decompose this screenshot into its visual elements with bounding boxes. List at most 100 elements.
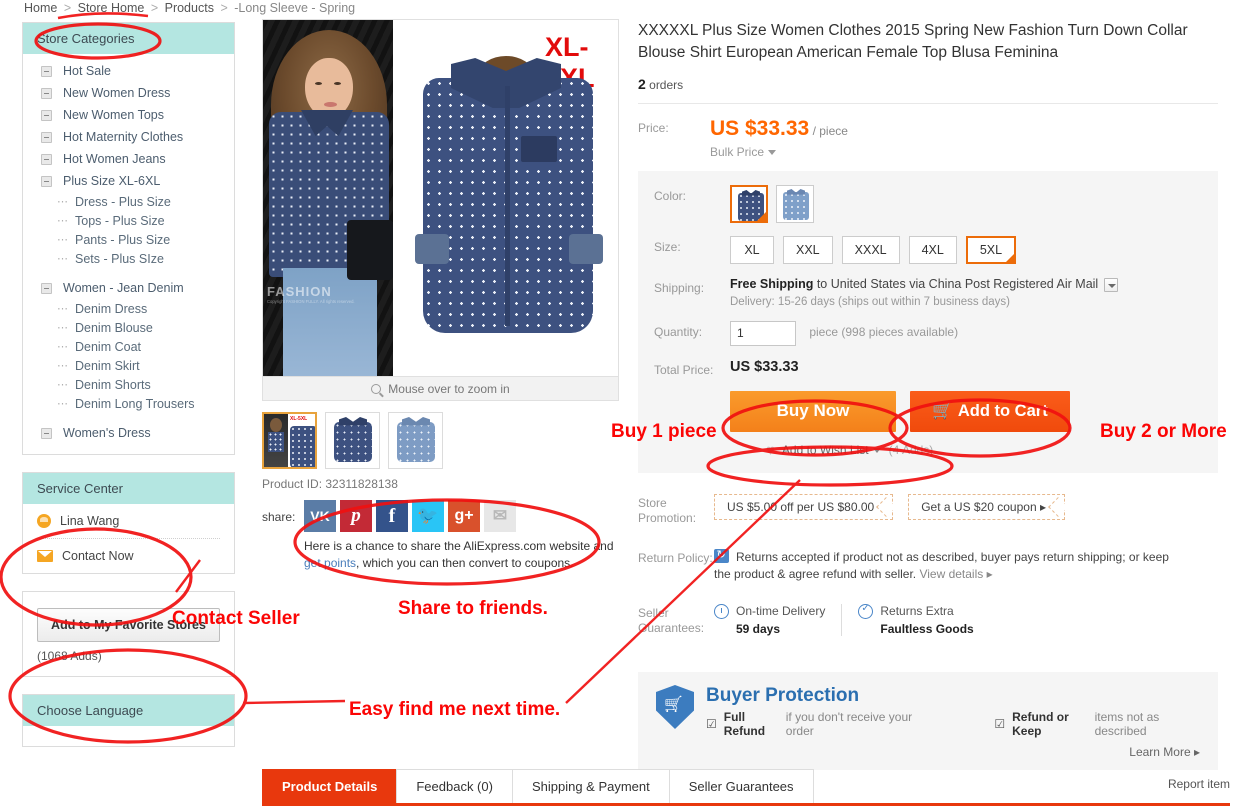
breadcrumb-item-store-home[interactable]: Store Home [78, 1, 145, 15]
color-swatch-light-blue[interactable] [776, 185, 814, 223]
sidebar-item-plus-size[interactable]: Plus Size XL-6XL [23, 170, 234, 192]
sidebar-item-hot-sale[interactable]: Hot Sale [23, 60, 234, 82]
thumbnail-1[interactable]: XL-5XL [262, 412, 317, 469]
vk-icon[interactable]: VK [304, 500, 336, 532]
chevron-down-icon[interactable] [872, 447, 881, 453]
thumb-model-half [264, 414, 288, 467]
buyer-protection-item-refund-or-keep: ☑ Refund or Keep items not as described [994, 710, 1200, 738]
sidebar-item-new-women-dress[interactable]: New Women Dress [23, 82, 234, 104]
color-swatch-dark-blue[interactable] [730, 185, 768, 223]
buyer-protection-body: Buyer Protection ☑ Full Refund if you do… [706, 685, 1200, 738]
add-to-favorite-stores-button[interactable]: Add to My Favorite Stores [37, 608, 220, 642]
buyer-protection-item-full-refund: ☑ Full Refund if you don't receive your … [706, 710, 924, 738]
bulk-price-toggle[interactable]: Bulk Price [710, 145, 848, 159]
price-unit: / piece [812, 124, 848, 138]
product-id-label: Product ID: [262, 477, 323, 491]
sidebar-subitem-tops-plus-size[interactable]: ⋯ Tops - Plus Size [23, 211, 234, 230]
sidebar-subitem-denim-dress[interactable]: ⋯ Denim Dress [23, 299, 234, 318]
collapse-toggle-icon[interactable] [41, 109, 52, 121]
size-button-xxxl[interactable]: XXXL [841, 236, 900, 264]
item-bold: Refund or Keep [1012, 710, 1069, 738]
share-text-after: , which you can then convert to coupons. [356, 556, 574, 570]
sidebar-subitem-denim-blouse[interactable]: ⋯ Denim Blouse [23, 318, 234, 337]
collapse-toggle-icon[interactable] [41, 65, 52, 77]
sidebar-subitem-dress-plus-size[interactable]: ⋯ Dress - Plus Size [23, 192, 234, 211]
service-center-panel: Service Center Lina Wang Contact Now [22, 472, 235, 574]
collapse-toggle-icon[interactable] [41, 175, 52, 187]
thumbnail-2[interactable] [325, 412, 380, 469]
pinterest-icon[interactable]: р [340, 500, 372, 532]
sidebar-subitem-denim-coat[interactable]: ⋯ Denim Coat [23, 337, 234, 356]
collapse-toggle-icon[interactable] [41, 427, 52, 439]
view-details-link[interactable]: View details ▸ [919, 567, 992, 581]
bullet-icon: ⋯ [57, 196, 68, 208]
cart-icon: 🛒 [932, 401, 953, 420]
seller-name-row[interactable]: Lina Wang [23, 504, 234, 538]
tab-shipping-payment[interactable]: Shipping & Payment [511, 769, 670, 803]
email-icon[interactable]: ✉ [484, 500, 516, 532]
guarantee-title: On-time Delivery [736, 604, 826, 619]
price-label: Price: [638, 121, 669, 135]
twitter-icon[interactable]: 🐦 [412, 500, 444, 532]
collapse-toggle-icon[interactable] [41, 153, 52, 165]
guarantee-list: On-time Delivery 59 days Returns Extra F… [714, 603, 990, 636]
tab-product-details[interactable]: Product Details [262, 769, 398, 803]
collapse-toggle-icon[interactable] [41, 87, 52, 99]
get-points-link[interactable]: get points [304, 556, 356, 570]
tab-seller-guarantees[interactable]: Seller Guarantees [668, 769, 814, 803]
sidebar-item-womens-dress[interactable]: Women's Dress [23, 422, 234, 444]
sidebar-item-hot-women-jeans[interactable]: Hot Women Jeans [23, 148, 234, 170]
sidebar-item-women-jean-denim[interactable]: Women - Jean Denim [23, 277, 234, 299]
coupon-get-20[interactable]: Get a US $20 coupon ▸ [908, 493, 1065, 520]
mail-icon [37, 550, 53, 562]
tab-feedback[interactable]: Feedback (0) [396, 769, 513, 803]
sidebar-subitem-denim-skirt[interactable]: ⋯ Denim Skirt [23, 356, 234, 375]
thumb-shirt-half [290, 426, 315, 467]
category-label: Denim Long Trousers [75, 396, 195, 411]
return-icon [714, 547, 729, 564]
watermark: FASHION Copyright FASHION FULLY. All righ… [267, 284, 355, 304]
sidebar-subitem-denim-long-trousers[interactable]: ⋯ Denim Long Trousers [23, 394, 234, 413]
size-button-xxl[interactable]: XXL [783, 236, 833, 264]
size-button-4xl[interactable]: 4XL [908, 236, 957, 264]
choose-language-header[interactable]: Choose Language [23, 695, 234, 726]
main-product-image[interactable]: FASHION Copyright FASHION FULLY. All righ… [262, 19, 619, 377]
shipping-dropdown-icon[interactable] [1104, 277, 1119, 292]
breadcrumb-item-home[interactable]: Home [24, 1, 57, 15]
category-label: Plus Size XL-6XL [63, 174, 161, 188]
collapse-toggle-icon[interactable] [41, 131, 52, 143]
sidebar-subitem-denim-shorts[interactable]: ⋯ Denim Shorts [23, 375, 234, 394]
coupon-discount[interactable]: US $5.00 off per US $80.00 [714, 493, 894, 520]
zoom-hint-bar[interactable]: Mouse over to zoom in [262, 377, 619, 401]
wish-list-row[interactable]: ♥ Add to Wish List (4 Adds) [766, 442, 1202, 459]
thumbnail-3[interactable] [388, 412, 443, 469]
breadcrumb-separator: > [63, 1, 72, 15]
buyer-protection-title: Buyer Protection [706, 685, 860, 706]
seller-guarantees-label: Seller Guarantees: [638, 605, 705, 635]
category-label: Denim Blouse [75, 320, 153, 335]
tab-bar: Product Details Feedback (0) Shipping & … [262, 769, 1256, 803]
guarantee-value: 59 days [736, 621, 781, 636]
category-label: Denim Skirt [75, 358, 140, 373]
contact-now-row[interactable]: Contact Now [23, 539, 234, 573]
color-row: Color: [654, 185, 1202, 223]
report-item-link[interactable]: Report item [1168, 777, 1230, 791]
size-button-5xl[interactable]: 5XL [965, 236, 1017, 264]
breadcrumb-item-products[interactable]: Products [165, 1, 214, 15]
sidebar-item-new-women-tops[interactable]: New Women Tops [23, 104, 234, 126]
quantity-input[interactable] [730, 320, 796, 346]
category-label: New Women Tops [63, 108, 164, 122]
sidebar-subitem-sets-plus-size[interactable]: ⋯ Sets - Plus SIze [23, 249, 234, 268]
checkbox-icon: ☑ [994, 717, 1006, 731]
facebook-icon[interactable]: f [376, 500, 408, 532]
shipping-row: Shipping: Free Shipping to United States… [654, 277, 1202, 308]
google-plus-icon[interactable]: g+ [448, 500, 480, 532]
wish-list-label: Add to Wish List [781, 443, 869, 458]
size-button-xl[interactable]: XL [730, 236, 774, 264]
collapse-toggle-icon[interactable] [41, 282, 52, 294]
learn-more-link[interactable]: Learn More ▸ [656, 745, 1200, 759]
sidebar-subitem-pants-plus-size[interactable]: ⋯ Pants - Plus Size [23, 230, 234, 249]
add-to-cart-button[interactable]: 🛒 Add to Cart [910, 390, 1070, 432]
sidebar-item-hot-maternity-clothes[interactable]: Hot Maternity Clothes [23, 126, 234, 148]
buy-now-button[interactable]: Buy Now [730, 390, 896, 432]
